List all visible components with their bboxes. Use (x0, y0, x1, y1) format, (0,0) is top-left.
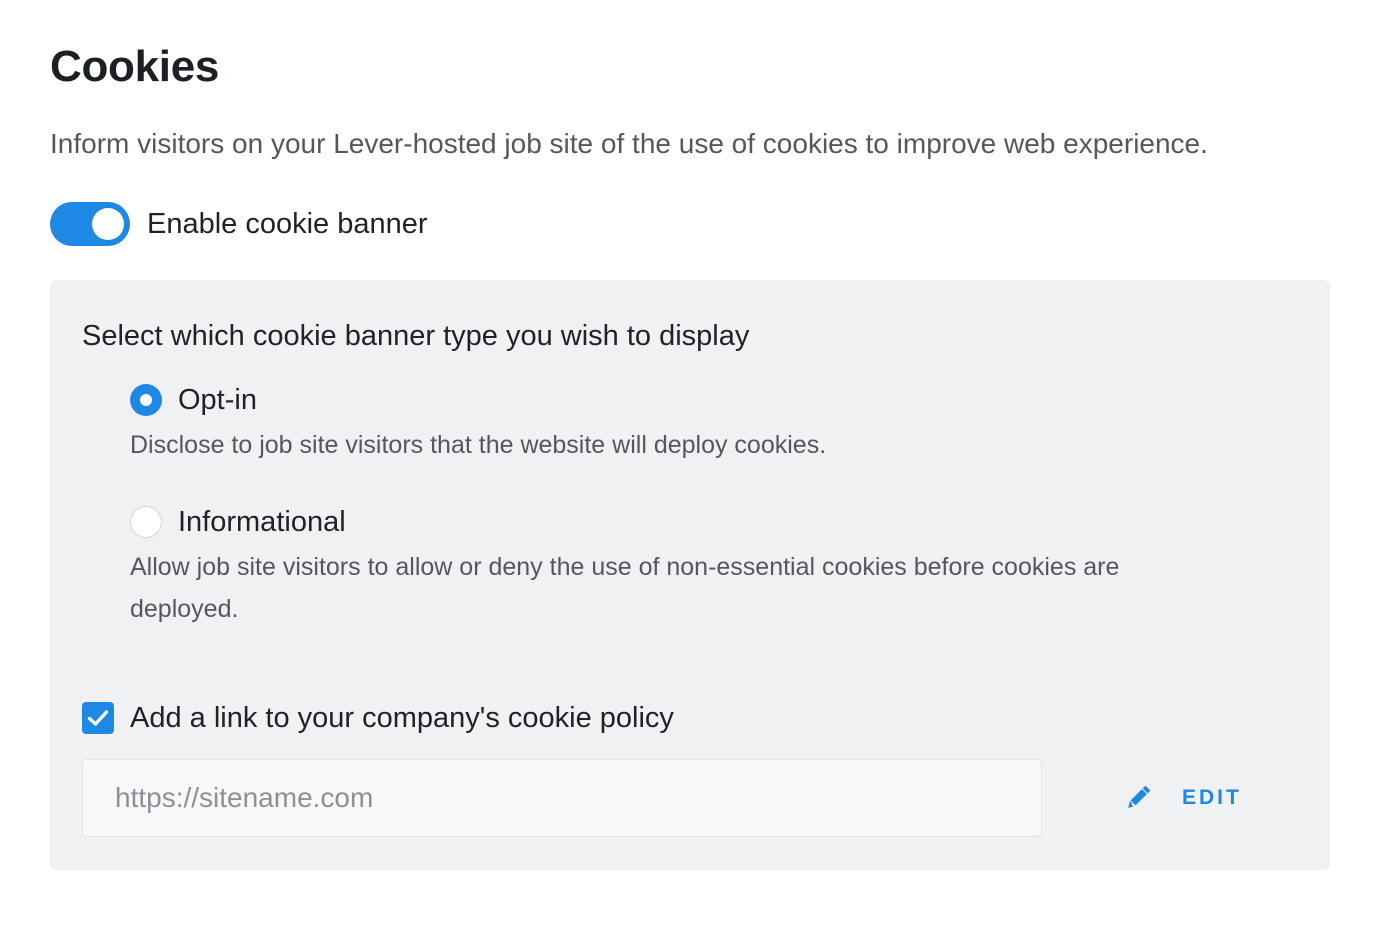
page-title: Cookies (50, 42, 220, 91)
informational-radio[interactable] (130, 506, 162, 538)
radio-option-opt-in[interactable]: Opt-in (130, 380, 257, 420)
checkmark-icon (87, 710, 109, 726)
page-description: Inform visitors on your Lever-hosted job… (50, 128, 1208, 159)
cookie-banner-toggle-row: Enable cookie banner (50, 202, 428, 246)
edit-button-label: EDIT (1182, 786, 1242, 809)
enable-cookie-banner-toggle[interactable] (50, 202, 130, 246)
opt-in-radio[interactable] (130, 384, 162, 416)
cookie-policy-label: Add a link to your company's cookie poli… (130, 702, 674, 734)
cookie-banner-settings-panel: Select which cookie banner type you wish… (50, 280, 1330, 870)
cookie-policy-checkbox-row[interactable]: Add a link to your company's cookie poli… (82, 698, 674, 738)
cookie-policy-url-input[interactable] (82, 759, 1042, 837)
banner-type-question: Select which cookie banner type you wish… (82, 320, 750, 352)
edit-button[interactable]: EDIT (1122, 778, 1242, 818)
informational-description: Allow job site visitors to allow or deny… (130, 553, 1120, 623)
enable-cookie-banner-label: Enable cookie banner (147, 208, 428, 240)
radio-option-informational[interactable]: Informational (130, 502, 346, 542)
pencil-icon (1128, 786, 1150, 809)
informational-label: Informational (178, 506, 346, 538)
opt-in-label: Opt-in (178, 384, 257, 416)
opt-in-description: Disclose to job site visitors that the w… (130, 431, 827, 459)
cookie-policy-checkbox[interactable] (82, 702, 114, 734)
toggle-knob (92, 208, 124, 240)
